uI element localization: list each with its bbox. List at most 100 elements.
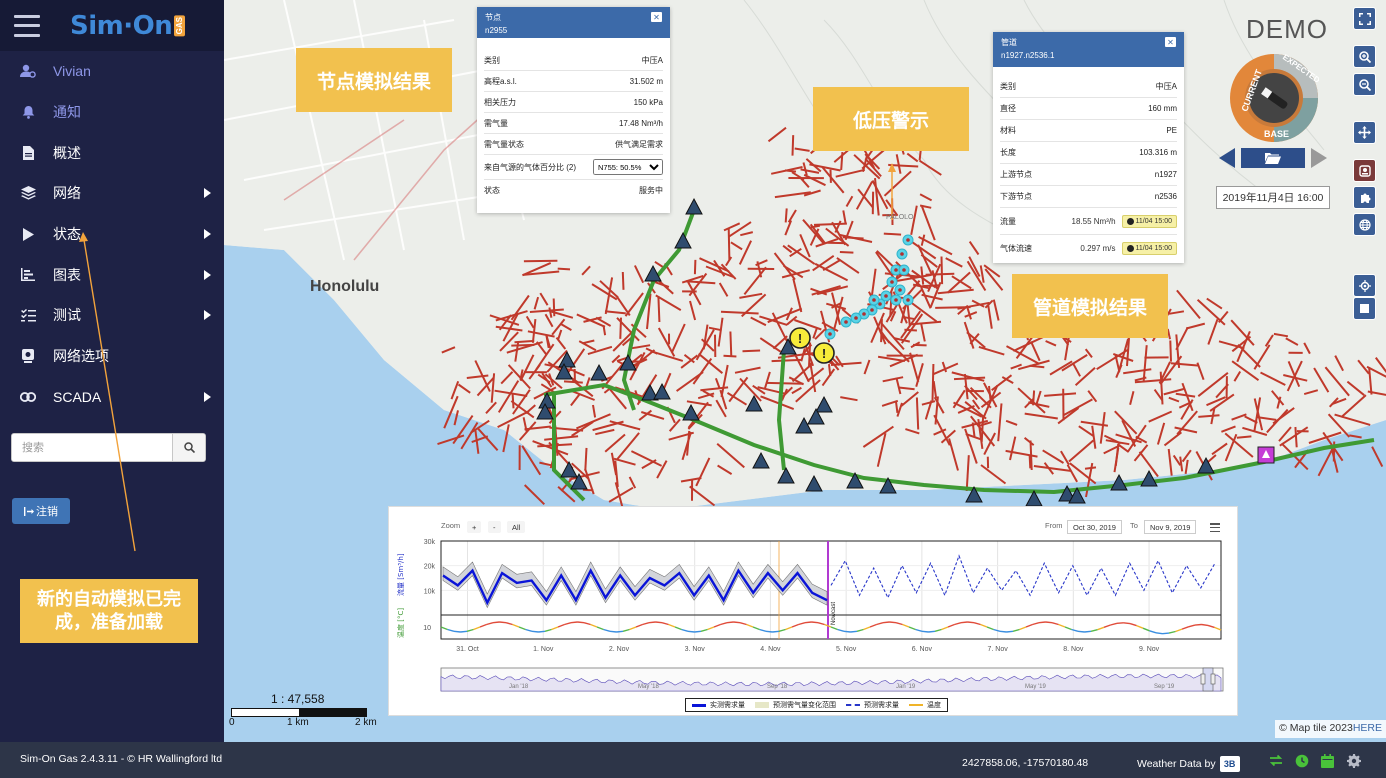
row-value: 0.297 m/s	[1080, 244, 1116, 253]
app-logo[interactable]: Sim·On GAS	[70, 11, 186, 41]
pipe-row: 长度 103.316 m	[1000, 142, 1177, 164]
weather-credit[interactable]: Weather Data by 3B	[1137, 756, 1240, 772]
settings-gear-icon[interactable]	[1346, 753, 1361, 768]
locate-button[interactable]	[1353, 274, 1376, 297]
calendar-icon[interactable]	[1320, 753, 1335, 768]
temperature-segment	[538, 630, 546, 633]
pipe-popup: 管道 n1927.n2536.1 ✕ 类别 中压A 直径 160 mm 材料 PE 长…	[993, 32, 1184, 263]
timestamp-text: 11/04 15:00	[1135, 245, 1172, 252]
temperature-segment	[499, 621, 507, 624]
fullscreen-button[interactable]	[1353, 7, 1376, 30]
pipe-row: 上游节点 n1927	[1000, 164, 1177, 186]
pipe-segment	[771, 358, 802, 363]
pan-button[interactable]	[1353, 121, 1376, 144]
next-arrow-icon[interactable]	[1311, 148, 1327, 168]
logout-button[interactable]: 注销	[12, 498, 70, 524]
open-folder-button[interactable]	[1241, 148, 1305, 168]
sidebar-item-tests[interactable]: 测试	[0, 295, 224, 336]
map-view[interactable]: ! ! Honolulu PALOLO 节点模拟结果 低压警示 管道模拟结果 节…	[224, 0, 1386, 742]
node-row: 来自气源的气体百分比 (2) N755: 50.5%	[484, 155, 663, 180]
legend-item[interactable]: 预测需气量变化范围	[755, 700, 836, 710]
puzzle-button[interactable]	[1353, 186, 1376, 209]
sidebar-item-notifications[interactable]: 通知	[0, 92, 224, 133]
sidebar: Sim·On GAS Vivian 通知 概述 网络 状态 图表 测试 网络选项…	[0, 0, 224, 742]
sidebar-item-user[interactable]: Vivian	[0, 51, 224, 92]
navigator-label: May '18	[638, 684, 659, 690]
row-value: 服务中	[639, 186, 663, 195]
temperature-segment	[531, 630, 539, 633]
scale-segment	[299, 709, 366, 716]
pipe-segment	[791, 135, 795, 156]
sidebar-item-label: 测试	[53, 307, 81, 324]
search-button[interactable]	[172, 434, 205, 461]
temperature-segment	[505, 622, 513, 626]
sidebar-item-overview[interactable]: 概述	[0, 132, 224, 173]
demand-chart[interactable]: 31. Oct 1. Nov 2. Nov 3. Nov 4. Nov 5. Nov 6. …	[389, 507, 1239, 717]
sync-icon[interactable]	[1268, 753, 1283, 768]
legend-item[interactable]: 预测需求量	[846, 700, 899, 710]
pipe-segment	[925, 272, 955, 276]
temperature-segment	[616, 630, 624, 633]
gas-source-select[interactable]: N755: 50.5%	[593, 159, 663, 175]
zoom-out-icon	[1358, 78, 1371, 91]
temperature-segment	[668, 623, 676, 628]
timestamp-badge[interactable]: 11/04 15:00	[1121, 242, 1177, 255]
temperature-segment	[921, 630, 929, 633]
sidebar-item-network-options[interactable]: 网络选项	[0, 336, 224, 377]
stop-button[interactable]	[1353, 297, 1376, 320]
zoom-out-button[interactable]	[1353, 73, 1376, 96]
temperature-segment	[785, 626, 793, 631]
menu-icon[interactable]	[14, 14, 40, 37]
temperature-segment	[512, 623, 520, 628]
temperature-segment	[837, 628, 845, 632]
temperature-segment	[564, 622, 572, 626]
previous-arrow-icon[interactable]	[1219, 148, 1235, 168]
weather-label: Weather Data by	[1137, 758, 1216, 770]
temperature-segment	[954, 622, 962, 626]
attribution-link[interactable]: HERE	[1353, 722, 1382, 734]
sidebar-item-network[interactable]: 网络	[0, 173, 224, 214]
y-tick-label: 10k	[424, 588, 436, 595]
sidebar-item-status[interactable]: 状态	[0, 214, 224, 255]
x-tick-label: 4. Nov	[760, 646, 781, 653]
checklist-icon	[20, 307, 36, 323]
clock-icon[interactable]	[1294, 753, 1309, 768]
row-key: 相关压力	[484, 97, 516, 107]
temperature-segment	[895, 622, 903, 626]
clock-icon	[1126, 217, 1134, 225]
sidebar-item-label: 概述	[53, 144, 81, 161]
scenario-dial[interactable]: CURRENT EXPECTED BASE	[1229, 53, 1322, 143]
document-icon	[20, 145, 36, 161]
search-input[interactable]	[12, 434, 172, 461]
pipe-segment	[511, 393, 515, 409]
map-label-palolo: PALOLO	[886, 214, 914, 221]
temperature-segment	[746, 623, 754, 628]
sidebar-item-charts[interactable]: 图表	[0, 254, 224, 295]
sidebar-item-label: 状态	[53, 226, 81, 243]
temperature-segment	[1077, 630, 1085, 633]
timestamp-badge[interactable]: 11/04 15:00	[1121, 214, 1177, 228]
zoom-in-button[interactable]	[1353, 45, 1376, 68]
legend-item[interactable]: 实测需求量	[692, 700, 745, 710]
temperature-segment	[1032, 622, 1040, 626]
globe-button[interactable]	[1353, 213, 1376, 236]
row-key: 气体流速	[1000, 244, 1032, 253]
close-icon[interactable]: ✕	[651, 12, 662, 22]
temperature-segment	[622, 628, 630, 632]
pipe-segment	[621, 271, 625, 290]
temperature-segment	[1097, 626, 1105, 631]
layer-photo-button[interactable]	[1353, 159, 1376, 182]
legend-item[interactable]: 温度	[909, 700, 941, 710]
callout-low-pressure: 低压警示	[813, 87, 969, 151]
low-pressure-node-center	[870, 308, 874, 312]
temperature-segment	[765, 630, 773, 633]
sidebar-item-scada[interactable]: SCADA	[0, 377, 224, 418]
legend-swatch	[755, 702, 769, 708]
temperature-segment	[798, 622, 806, 626]
temperature-segment	[869, 623, 877, 628]
temperature-segment	[1207, 624, 1215, 629]
close-icon[interactable]: ✕	[1165, 37, 1176, 47]
pipe-segment	[514, 339, 535, 344]
chevron-right-icon	[204, 188, 211, 199]
temperature-segment	[648, 621, 656, 624]
